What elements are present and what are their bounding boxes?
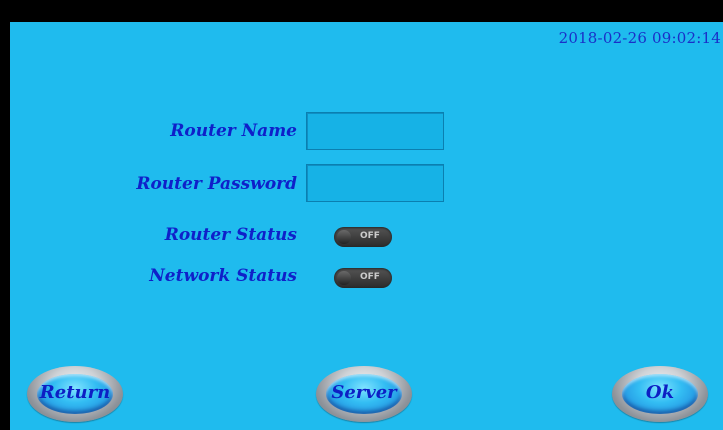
router-password-label: Router Password (136, 174, 297, 194)
server-button-label: Server (331, 382, 397, 403)
network-status-label: Network Status (149, 266, 297, 286)
router-password-field[interactable] (306, 164, 444, 202)
router-status-state: OFF (360, 231, 380, 241)
router-status-toggle[interactable]: OFF (334, 227, 392, 247)
router-name-label: Router Name (170, 121, 297, 141)
return-button-label: Return (39, 382, 111, 403)
server-button[interactable]: Server (316, 366, 412, 422)
ok-button[interactable]: Ok (612, 366, 708, 422)
network-status-toggle[interactable]: OFF (334, 268, 392, 288)
return-button[interactable]: Return (27, 366, 123, 422)
top-bar (0, 0, 723, 22)
ok-button-label: Ok (645, 382, 675, 403)
router-status-label: Router Status (164, 225, 297, 245)
datetime-display: 2018-02-26 09:02:14 (558, 29, 721, 47)
router-settings-screen: 2018-02-26 09:02:14 Router Name Router P… (0, 0, 723, 430)
toggle-knob (337, 230, 351, 244)
toggle-knob (337, 271, 351, 285)
router-name-field[interactable] (306, 112, 444, 150)
network-status-state: OFF (360, 272, 380, 282)
